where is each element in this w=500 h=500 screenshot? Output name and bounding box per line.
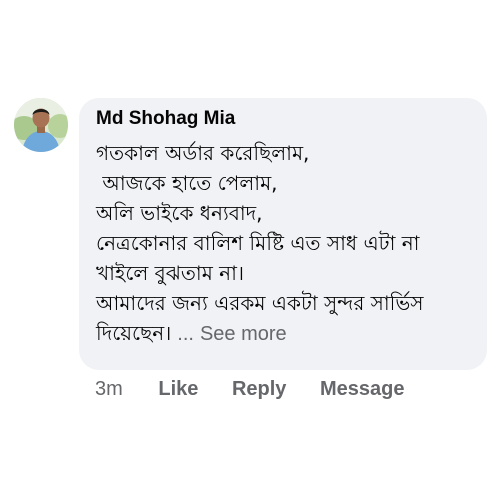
comment-line: খাইলে বুঝতাম না। (96, 261, 245, 285)
comment-line: আমাদের জন্য এরকম একটা সুন্দর সার্ভিস (96, 291, 424, 315)
reply-button[interactable]: Reply (232, 376, 286, 402)
like-button[interactable]: Like (158, 376, 198, 402)
ellipsis: ... (177, 323, 194, 345)
comment-bubble: Md Shohag Mia গতকাল অর্ডার করেছিলাম, আজক… (79, 98, 487, 370)
comment-line: আজকে হাতে পেলাম, (96, 171, 278, 195)
comment-last-line: দিয়েছেন।... See more (96, 318, 481, 348)
avatar[interactable] (14, 98, 68, 152)
comment-actions: 3m Like Reply Message (95, 376, 432, 402)
comment-text: গতকাল অর্ডার করেছিলাম, আজকে হাতে পেলাম, … (96, 138, 481, 348)
avatar-image (14, 98, 68, 152)
comment-author[interactable]: Md Shohag Mia (96, 108, 235, 130)
comment-line: গতকাল অর্ডার করেছিলাম, (96, 141, 310, 165)
comment-line: দিয়েছেন। (96, 321, 172, 345)
see-more-link[interactable]: See more (200, 323, 287, 345)
comment-line: অলি ভাইকে ধন্যবাদ, (96, 201, 263, 225)
comment-line: নেত্রকোনার বালিশ মিষ্টি এত সাধ এটা না (96, 231, 420, 255)
timestamp[interactable]: 3m (95, 376, 123, 402)
message-button[interactable]: Message (320, 376, 405, 402)
